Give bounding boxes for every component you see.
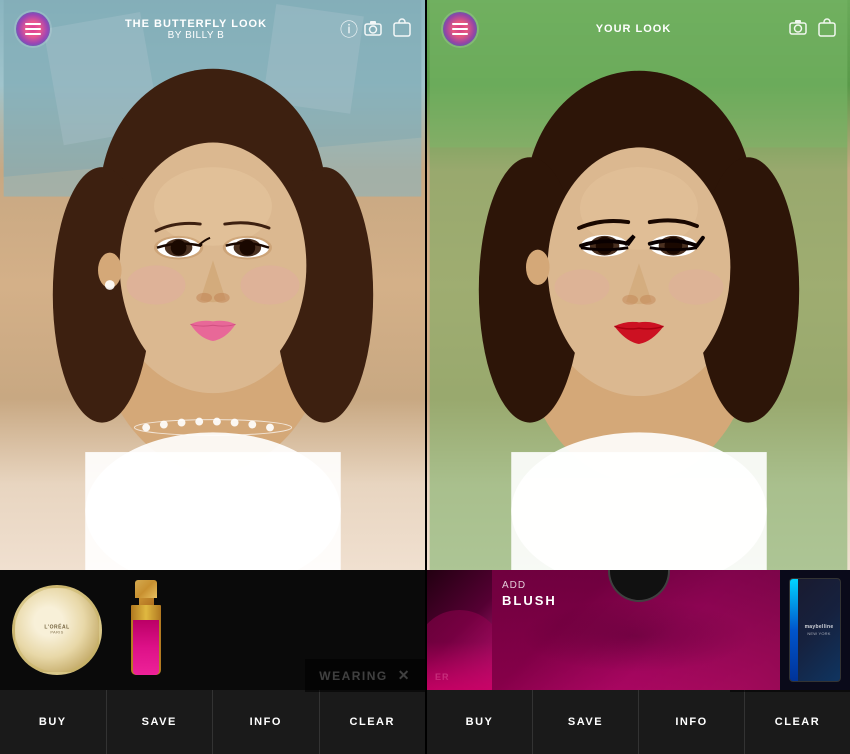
left-action-bar: BUY SAVE INFO CLEAR bbox=[0, 690, 425, 754]
left-info-button[interactable]: INFO bbox=[213, 690, 320, 754]
left-products-strip: L'ORÉAL PARIS bbox=[0, 570, 425, 690]
blush-label: BLUSH bbox=[502, 593, 557, 608]
right-info-button[interactable]: INFO bbox=[639, 690, 745, 754]
left-panel: THE BUTTERFLY LOOK BY BILLY B ⓘ bbox=[0, 0, 425, 754]
left-buy-button[interactable]: BUY bbox=[0, 690, 107, 754]
right-hamburger-icon bbox=[452, 23, 468, 35]
bag-icon[interactable] bbox=[393, 17, 411, 42]
left-clear-button[interactable]: CLEAR bbox=[320, 690, 426, 754]
right-buy-button[interactable]: BUY bbox=[427, 690, 533, 754]
left-header-title: THE BUTTERFLY LOOK BY BILLY B bbox=[60, 18, 332, 41]
left-face-svg bbox=[0, 0, 425, 570]
right-panel: YOUR LOOK bbox=[425, 0, 850, 754]
right-action-bar: BUY SAVE INFO CLEAR bbox=[427, 690, 850, 754]
right-title-line1: YOUR LOOK bbox=[487, 23, 780, 35]
right-clear-button[interactable]: CLEAR bbox=[745, 690, 850, 754]
lip-gloss-product[interactable] bbox=[128, 580, 164, 680]
right-menu-button[interactable] bbox=[441, 10, 479, 48]
left-header-icons: ⓘ bbox=[340, 16, 411, 42]
partial-product-left[interactable]: ER bbox=[427, 570, 492, 690]
right-save-button[interactable]: SAVE bbox=[533, 690, 639, 754]
left-title-line1: THE BUTTERFLY LOOK bbox=[60, 18, 332, 30]
right-photo-area bbox=[427, 0, 850, 570]
left-menu-button[interactable] bbox=[14, 10, 52, 48]
right-header: YOUR LOOK bbox=[427, 0, 850, 58]
right-bag-icon[interactable] bbox=[818, 17, 836, 42]
left-title-line2: BY BILLY B bbox=[60, 30, 332, 41]
add-label: ADD bbox=[502, 580, 557, 591]
right-camera-icon[interactable] bbox=[788, 19, 808, 40]
loreal-eyeshadow-product[interactable]: L'ORÉAL PARIS bbox=[12, 585, 102, 675]
right-header-icons bbox=[788, 17, 836, 42]
left-face-background bbox=[0, 0, 425, 570]
app-container: THE BUTTERFLY LOOK BY BILLY B ⓘ bbox=[0, 0, 850, 754]
left-header: THE BUTTERFLY LOOK BY BILLY B ⓘ bbox=[0, 0, 425, 58]
right-face-background bbox=[427, 0, 850, 570]
camera-icon[interactable]: ⓘ bbox=[340, 16, 383, 42]
eyeliner-product[interactable]: maybelline NEW YORK bbox=[780, 570, 850, 690]
right-header-title: YOUR LOOK bbox=[487, 23, 780, 35]
left-save-button[interactable]: SAVE bbox=[107, 690, 214, 754]
left-photo-area bbox=[0, 0, 425, 570]
hamburger-icon bbox=[25, 23, 41, 35]
right-face-svg bbox=[427, 0, 850, 570]
right-products-strip: ER ADD BLUSH maybelline bbox=[427, 570, 850, 690]
add-blush-text: ADD BLUSH bbox=[502, 580, 557, 608]
